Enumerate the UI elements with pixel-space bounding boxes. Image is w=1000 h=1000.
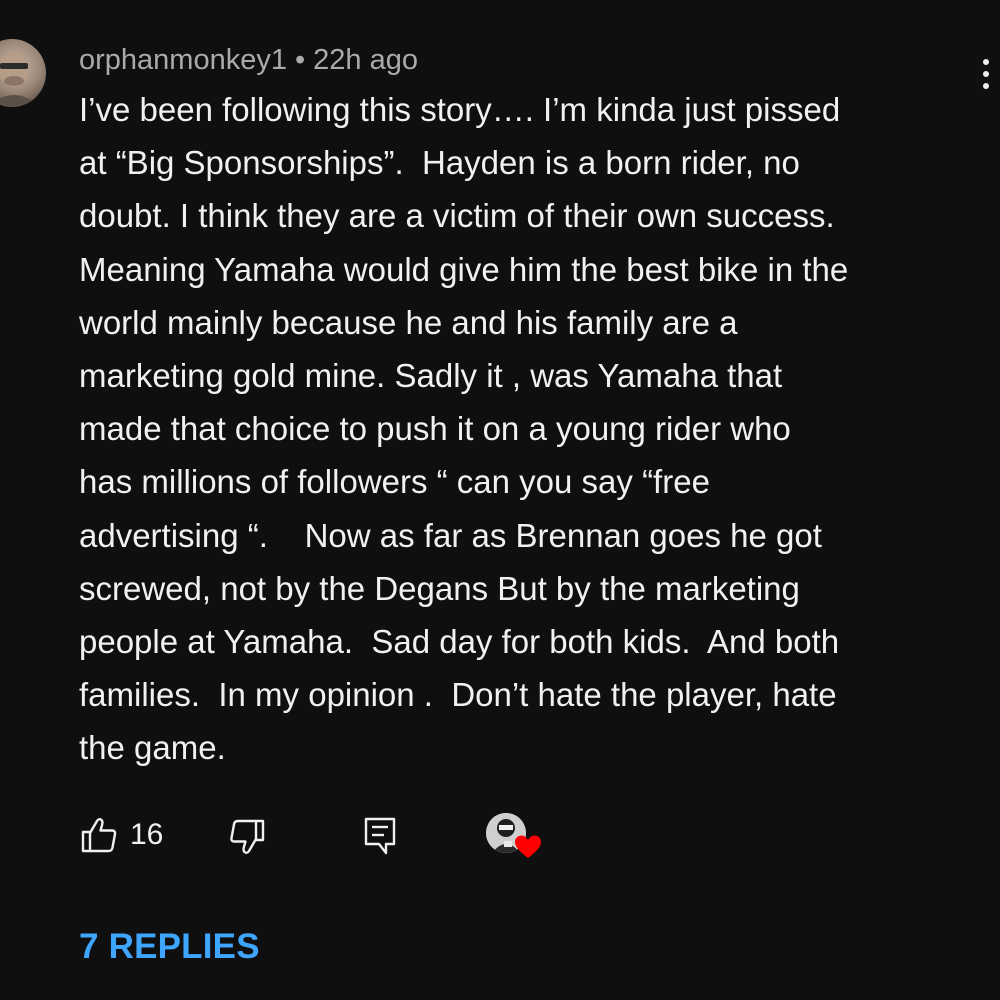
comment-line: people at Yamaha. Sad day for both kids.…	[79, 623, 840, 661]
comment-line: advertising “. Now as far as Brennan goe…	[79, 516, 822, 554]
reply-comment-icon	[364, 817, 396, 855]
user-avatar-image	[0, 51, 40, 107]
like-button[interactable]	[80, 816, 118, 854]
meta-separator: •	[294, 44, 306, 76]
user-avatar[interactable]	[0, 39, 46, 107]
comment-line: doubt. I think they are a victim of thei…	[79, 197, 835, 235]
comment-meta: orphanmonkey1 • 22h ago	[79, 42, 418, 78]
comment-line: screwed, not by the Degans But by the ma…	[79, 569, 800, 607]
reply-button[interactable]	[363, 816, 397, 856]
creator-heart-badge	[486, 812, 542, 864]
view-replies-button[interactable]: 7 REPLIES	[79, 926, 260, 968]
timestamp[interactable]: 22h ago	[313, 44, 418, 76]
comment-line: has millions of followers “ can you say …	[79, 463, 710, 501]
author-name[interactable]: orphanmonkey1	[79, 44, 287, 76]
heart-shape	[515, 835, 541, 858]
comment-line: families. In my opinion . Don’t hate the…	[79, 676, 837, 714]
dislike-button[interactable]	[230, 818, 266, 856]
comment-text: I’ve been following this story…. I’m kin…	[79, 83, 984, 775]
thumbs-down-icon	[230, 819, 265, 854]
heart-icon	[514, 834, 542, 860]
comment-line: world mainly because he and his family a…	[79, 303, 738, 341]
thumbs-up-icon	[81, 818, 117, 853]
comment-line: marketing gold mine. Sadly it , was Yama…	[79, 357, 783, 395]
comment-line: the game.	[79, 729, 226, 767]
comment-line: at “Big Sponsorships”. Hayden is a born …	[79, 144, 800, 182]
comment-line: made that choice to push it on a young r…	[79, 410, 791, 448]
comment-line: I’ve been following this story…. I’m kin…	[79, 91, 841, 128]
like-count: 16	[130, 818, 164, 851]
comment-actions: 16	[0, 812, 1000, 862]
comment-line: Meaning Yamaha would give him the best b…	[79, 250, 849, 288]
